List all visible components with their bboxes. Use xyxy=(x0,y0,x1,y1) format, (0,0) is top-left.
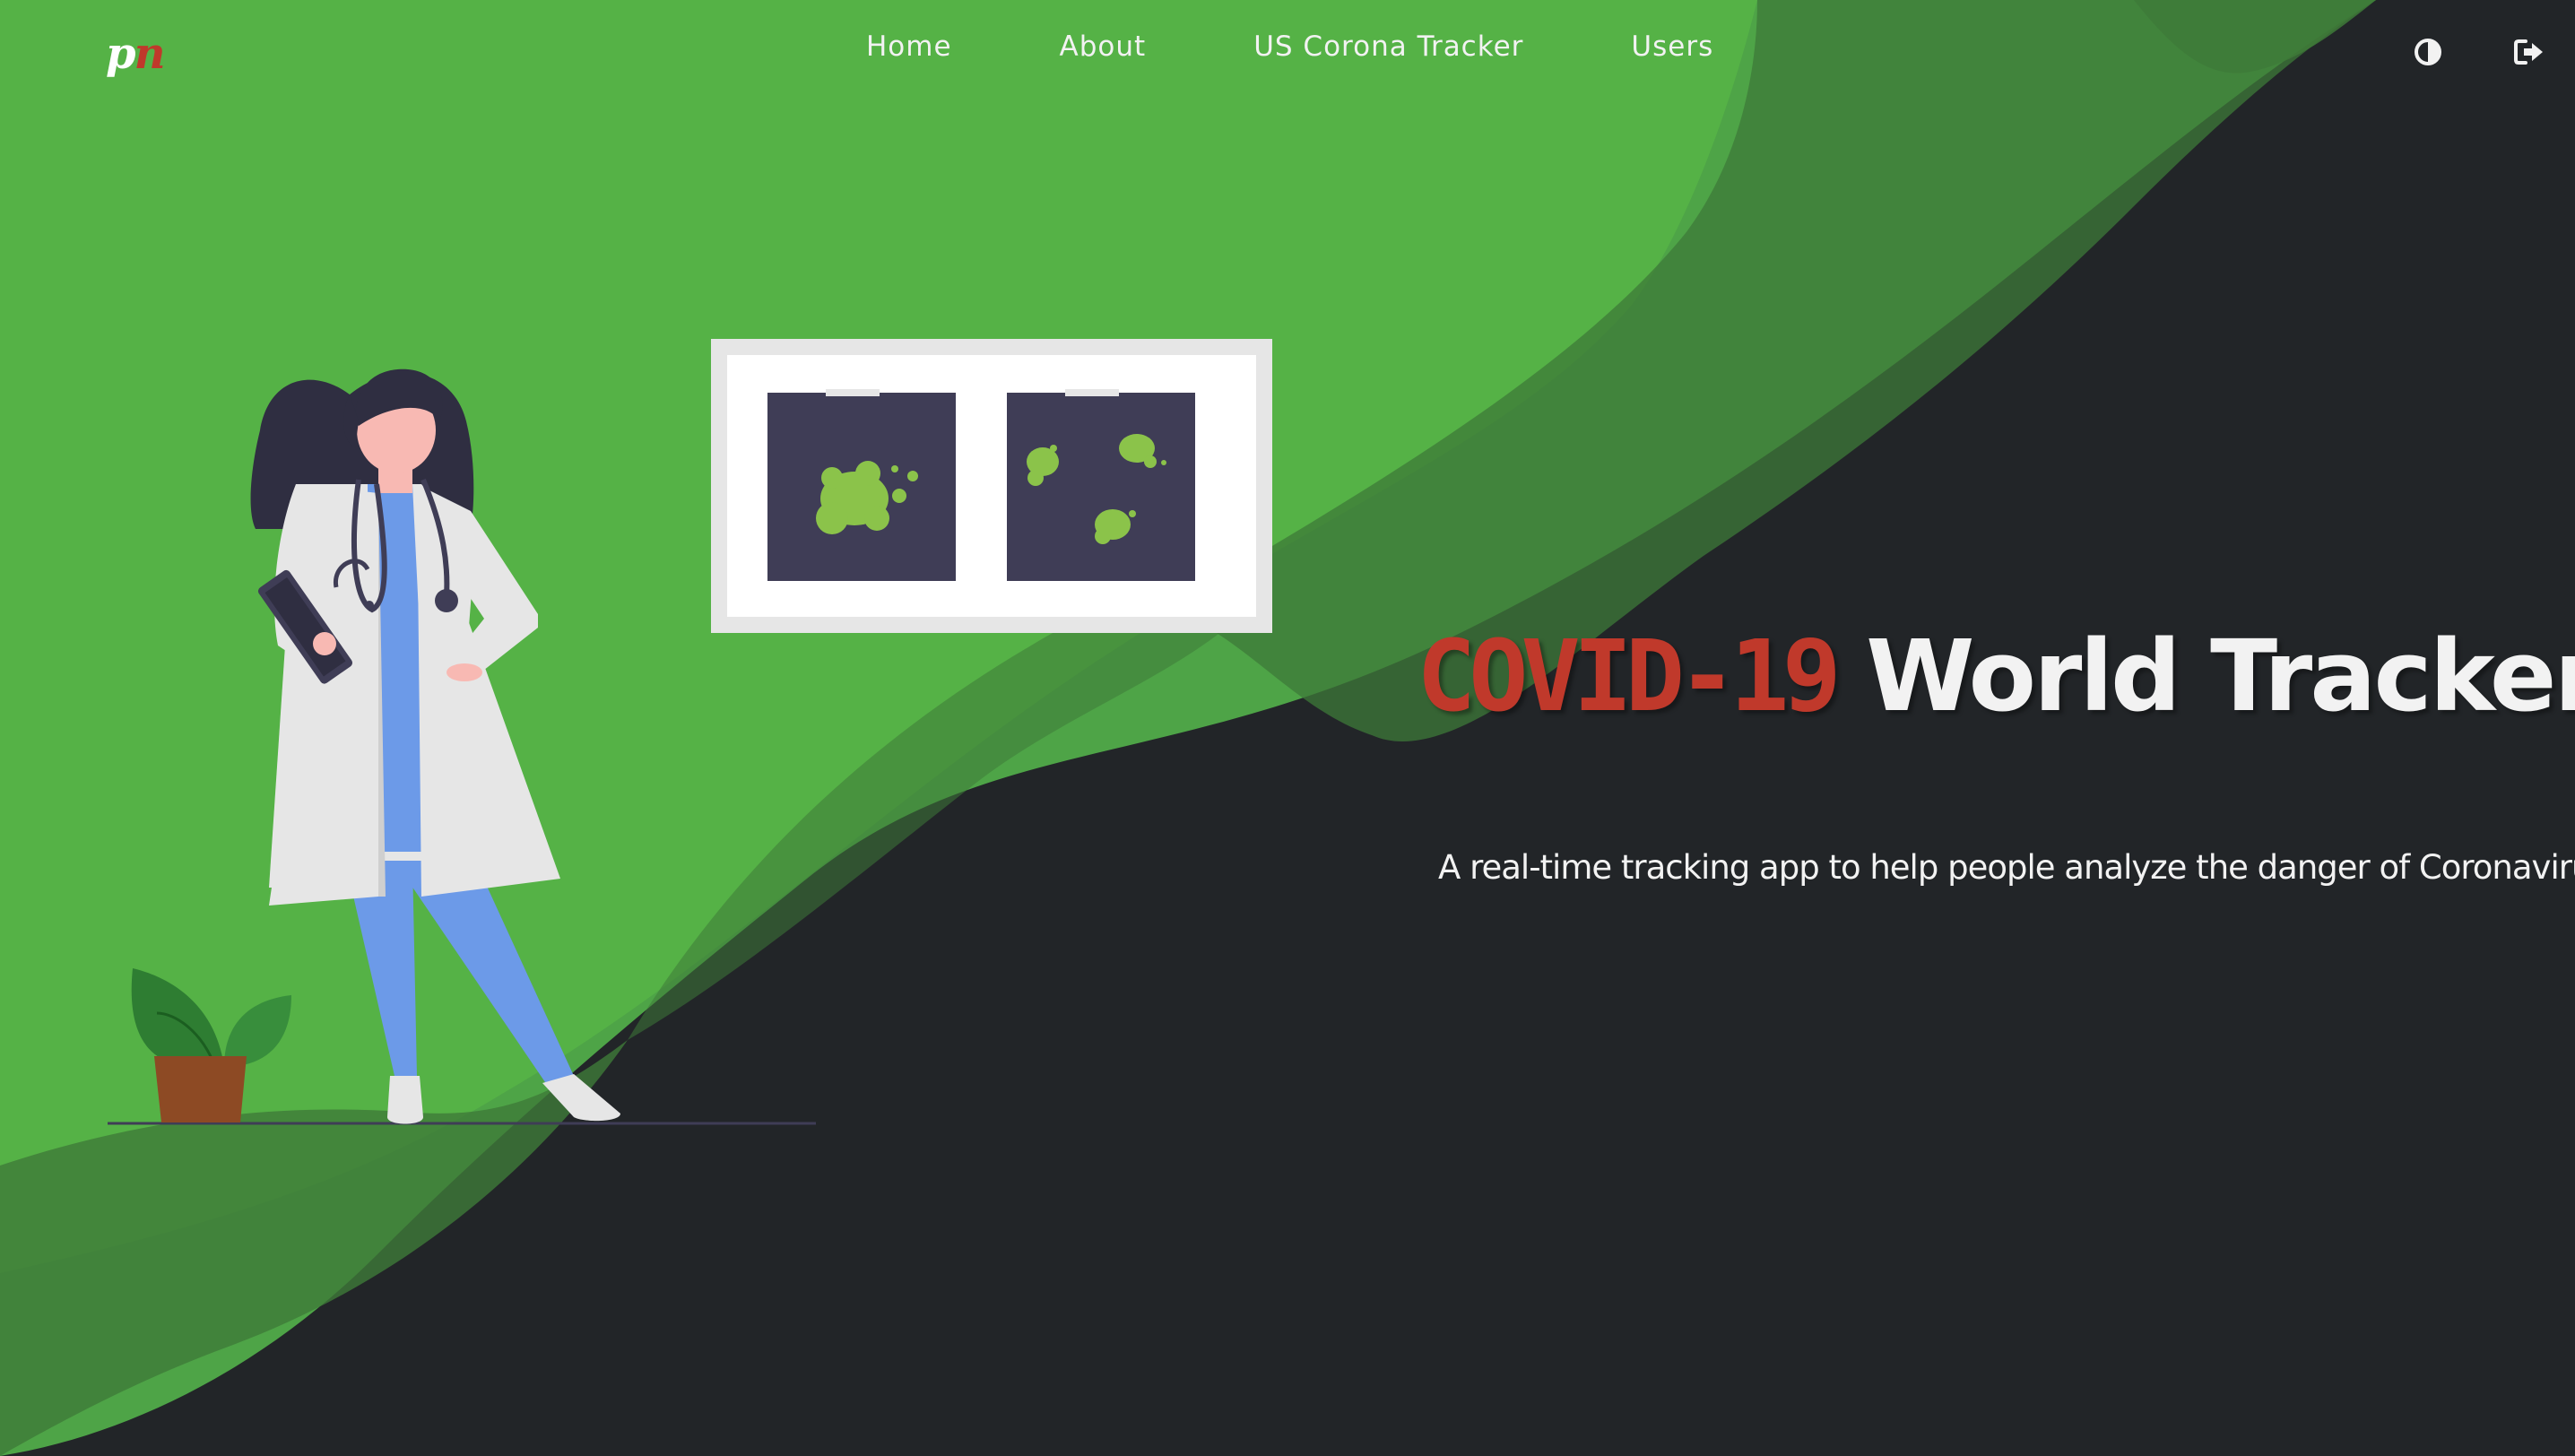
top-navigation: Home About US Corona Tracker Users xyxy=(866,30,1821,63)
nav-about[interactable]: About xyxy=(1060,30,1147,63)
hero-title-highlight: COVID-19 xyxy=(1417,619,1842,733)
sign-out-icon[interactable] xyxy=(2513,36,2545,68)
logo-letter-p: p xyxy=(106,29,136,79)
hero-subtitle: A real-time tracking app to help people … xyxy=(1438,848,2575,887)
doctor-illustration xyxy=(108,339,1272,1125)
hero-title: COVID-19 World Tracker xyxy=(1417,619,2575,733)
nav-users[interactable]: Users xyxy=(1631,30,1713,63)
doctor-figure xyxy=(250,368,620,1124)
contrast-icon[interactable] xyxy=(2412,36,2444,68)
nav-us-corona-tracker[interactable]: US Corona Tracker xyxy=(1253,30,1523,63)
potted-plant xyxy=(131,968,291,1122)
logo-letter-n: n xyxy=(134,29,166,79)
hero-title-rest: World Tracker xyxy=(1866,619,2575,733)
nav-home[interactable]: Home xyxy=(866,30,952,63)
xray-board xyxy=(711,339,1272,633)
brand-logo[interactable]: pn xyxy=(106,29,166,79)
